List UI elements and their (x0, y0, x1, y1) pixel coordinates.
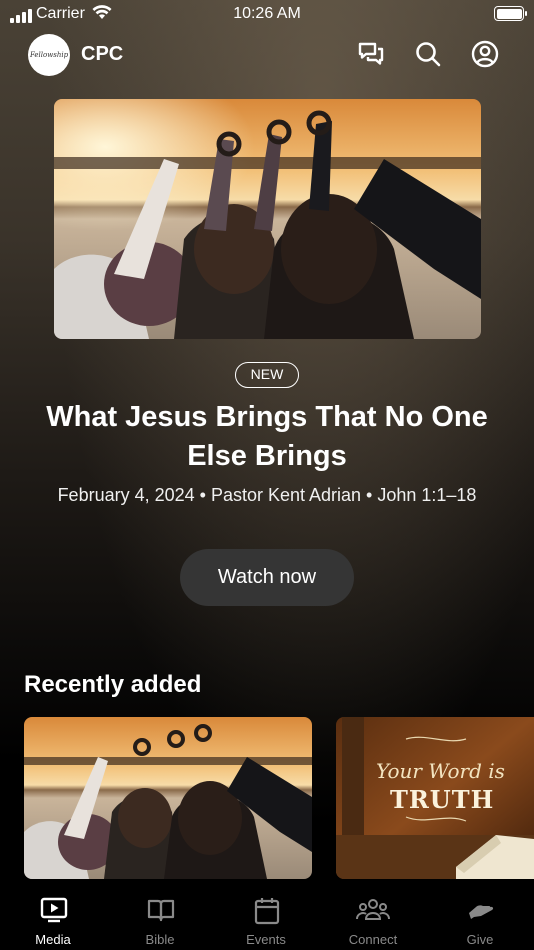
tab-bible[interactable]: Bible (110, 883, 210, 950)
church-logo[interactable]: Fellowship (28, 34, 70, 76)
brand-title: CPC (81, 43, 124, 65)
tab-media[interactable]: Media (3, 883, 103, 950)
recently-added-heading: Recently added (24, 671, 202, 698)
bottom-tab-bar: Media Bible Events Connect Give (0, 883, 534, 950)
logo-text: Fellowship (29, 51, 69, 59)
account-icon[interactable] (471, 40, 499, 68)
tab-label: Bible (145, 932, 175, 947)
people-icon (356, 899, 390, 920)
search-icon[interactable] (414, 40, 442, 68)
tab-events[interactable]: Events (216, 883, 316, 950)
card-overlay-line2: TRUTH (390, 785, 495, 814)
tab-label: Give (466, 932, 494, 947)
hand-icon (469, 905, 494, 919)
tab-connect[interactable]: Connect (323, 883, 423, 950)
tab-label: Connect (348, 932, 398, 947)
chat-icon[interactable] (357, 40, 385, 68)
watch-now-button[interactable]: Watch now (180, 549, 354, 606)
hero-image[interactable] (54, 99, 481, 339)
media-card[interactable] (24, 717, 312, 879)
hero-title[interactable]: What Jesus Brings That No One Else Bring… (30, 398, 504, 476)
status-bar: Carrier 10:26 AM (0, 0, 534, 30)
tab-label: Events (246, 932, 286, 947)
status-time: 10:26 AM (233, 5, 301, 22)
book-icon (147, 899, 175, 922)
tab-label: Media (35, 932, 71, 947)
card-overlay-line1: Your Word is (376, 759, 505, 783)
battery-icon (494, 6, 527, 21)
media-icon (40, 897, 68, 923)
hero-meta: February 4, 2024 • Pastor Kent Adrian • … (57, 485, 477, 505)
tab-give[interactable]: Give (430, 883, 530, 950)
new-badge: NEW (235, 362, 299, 388)
media-card[interactable]: Your Word is TRUTH (336, 717, 534, 879)
calendar-icon (254, 898, 280, 925)
